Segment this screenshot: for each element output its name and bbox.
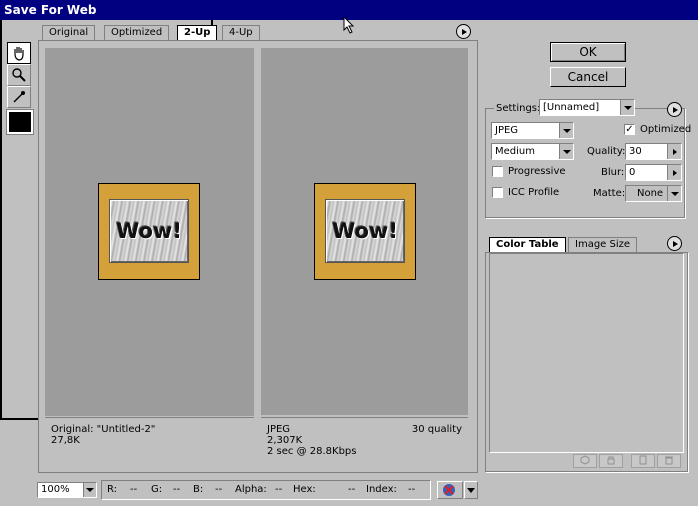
hex-label: Hex: (293, 484, 316, 495)
zoom-select[interactable]: 100% (37, 482, 97, 498)
progressive-label: Progressive (508, 166, 566, 177)
tab-image-size[interactable]: Image Size (568, 237, 638, 252)
settings-preset-value: [Unnamed] (543, 102, 600, 113)
blur-input[interactable]: 0 (625, 164, 682, 181)
hand-icon (14, 47, 24, 61)
tab-color-table[interactable]: Color Table (489, 237, 566, 252)
tab-original[interactable]: Original (42, 25, 96, 40)
browser-select-button[interactable] (464, 481, 478, 499)
quality-value: 30 (629, 146, 642, 157)
original-preview[interactable]: Wow! (45, 48, 254, 416)
new-page-icon (639, 455, 647, 465)
original-name: Original: "Untitled-2" (51, 424, 156, 435)
original-info: Original: "Untitled-2" 27,8K (45, 417, 254, 465)
blur-value: 0 (629, 167, 636, 178)
new-color-button[interactable] (631, 454, 655, 468)
matte-select[interactable]: None (625, 185, 682, 202)
eyedropper-color-swatch[interactable] (6, 109, 34, 135)
artwork: Wow! (314, 183, 416, 280)
red-value: -- (130, 484, 138, 495)
cube-icon (580, 455, 590, 465)
tab-optimized[interactable]: Optimized (104, 25, 170, 40)
icc-profile-label: ICC Profile (508, 187, 560, 198)
optimized-info: JPEG 30 quality 2,307K 2 sec @ 28.8Kbps (261, 417, 468, 465)
cancel-button[interactable]: Cancel (550, 67, 626, 87)
red-label: R: (107, 484, 118, 495)
snap-to-web-palette-button[interactable] (573, 454, 597, 468)
blue-value: -- (215, 484, 223, 495)
lock-icon (607, 456, 615, 465)
progressive-checkbox[interactable] (492, 166, 503, 177)
preview-menu-button[interactable] (456, 24, 471, 39)
format-value: JPEG (495, 125, 519, 136)
quality-preset-value: Medium (495, 146, 535, 157)
preview-in-browser-button[interactable] (437, 481, 463, 499)
hex-value: -- (348, 484, 356, 495)
browser-icon (443, 484, 455, 496)
quality-input[interactable]: 30 (625, 143, 682, 160)
settings-preset-select[interactable]: [Unnamed] (539, 99, 635, 116)
settings-menu-button[interactable] (667, 102, 682, 117)
optimized-checkbox[interactable]: ✓ (624, 124, 635, 135)
quality-preset-select[interactable]: Medium (491, 143, 574, 160)
tab-2-up[interactable]: 2-Up (177, 25, 218, 41)
artwork: Wow! (98, 183, 200, 280)
mouse-pointer-icon (343, 16, 355, 34)
lock-color-button[interactable] (599, 454, 623, 468)
format-select[interactable]: JPEG (491, 122, 574, 139)
optimized-format: JPEG (267, 424, 291, 435)
icc-profile-checkbox[interactable] (492, 187, 503, 198)
metal-plate: Wow! (109, 199, 189, 263)
artwork-text: Wow! (332, 219, 398, 243)
zoom-tool[interactable] (7, 64, 31, 86)
artwork-text: Wow! (116, 219, 182, 243)
alpha-value: -- (275, 484, 283, 495)
index-value: -- (408, 484, 416, 495)
alpha-label: Alpha: (235, 484, 267, 495)
optimized-quality: 30 quality (411, 424, 462, 435)
trash-icon (665, 456, 673, 465)
zoom-icon (12, 68, 26, 82)
eyedropper-icon (13, 91, 25, 103)
zoom-value: 100% (41, 484, 70, 495)
color-table-swatches[interactable] (489, 253, 684, 453)
eyedropper-tool[interactable] (7, 86, 31, 108)
index-label: Index: (366, 484, 397, 495)
optimized-download-time: 2 sec @ 28.8Kbps (267, 446, 357, 457)
zoom-dropdown-arrow-icon (83, 483, 96, 497)
matte-label: Matte: (593, 188, 626, 199)
tab-4-up[interactable]: 4-Up (222, 25, 260, 40)
blue-label: B: (193, 484, 204, 495)
original-size: 27,8K (51, 435, 80, 446)
metal-plate: Wow! (325, 199, 405, 263)
ok-button[interactable]: OK (550, 42, 626, 62)
hand-tool[interactable] (7, 42, 31, 64)
green-label: G: (151, 484, 163, 495)
color-table-menu-button[interactable] (667, 236, 682, 251)
optimized-label: Optimized (640, 124, 692, 135)
color-readout-bar: R: -- G: -- B: -- Alpha: -- Hex: -- Inde… (101, 480, 431, 500)
optimized-size: 2,307K (267, 435, 303, 446)
green-value: -- (173, 484, 181, 495)
quality-label: Quality: (587, 146, 626, 157)
optimized-preview[interactable]: Wow! (261, 48, 468, 415)
blur-label: Blur: (601, 167, 625, 178)
matte-value: None (637, 188, 664, 199)
settings-label: Settings: (494, 103, 543, 115)
delete-color-button[interactable] (657, 454, 681, 468)
